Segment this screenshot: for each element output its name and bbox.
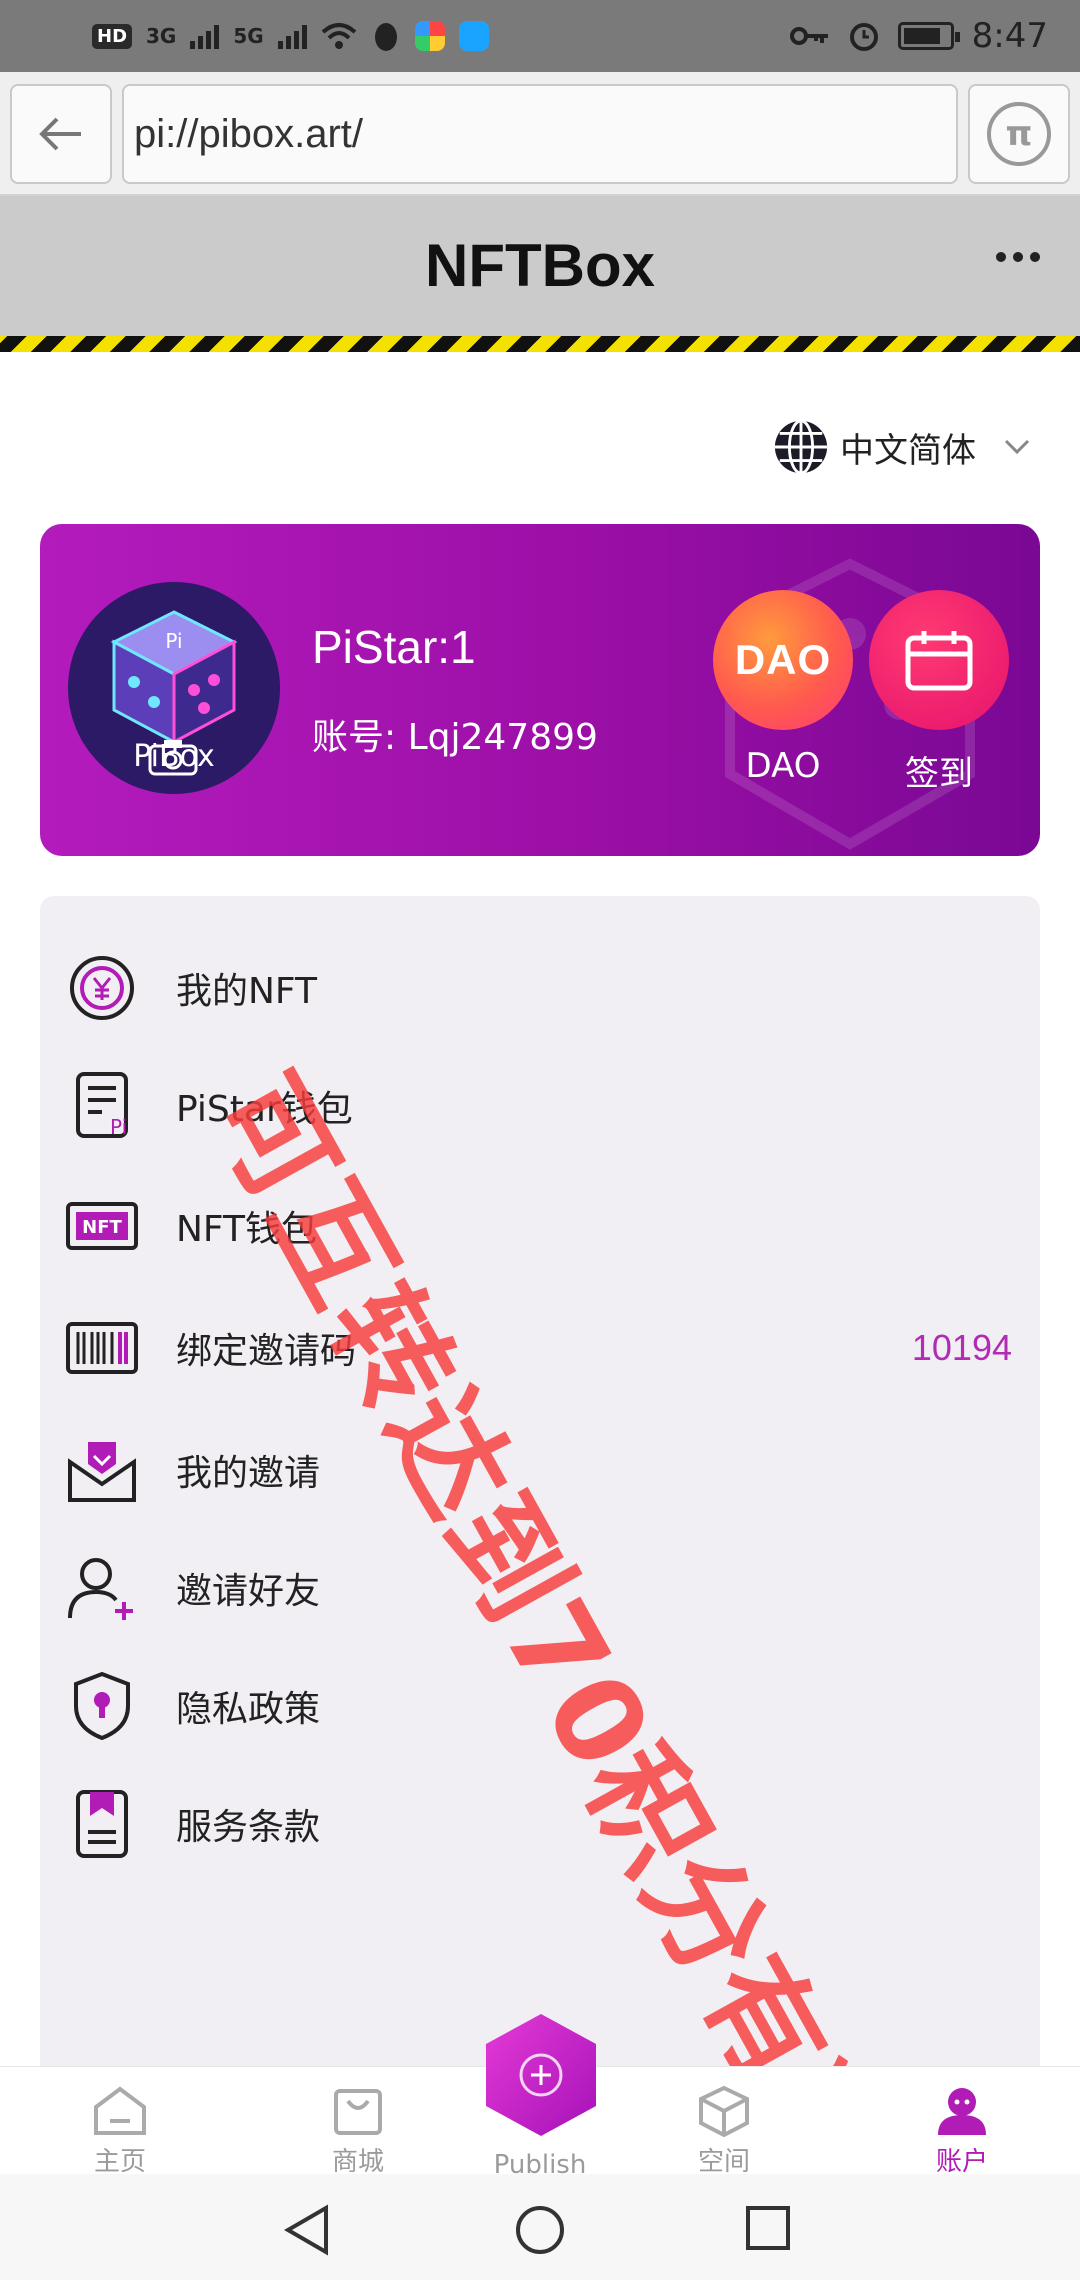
- svg-text:Pi: Pi: [165, 629, 182, 653]
- menu-label: 我的邀请: [176, 1453, 321, 1494]
- tab-account-label: 账户: [935, 2147, 988, 2174]
- arrow-left-icon: [39, 117, 81, 151]
- avatar[interactable]: Pi PiBox: [68, 582, 280, 794]
- tab-space[interactable]: 空间: [644, 2085, 804, 2174]
- system-nav-bar: [0, 2174, 1080, 2280]
- menu-item-my-nft[interactable]: 我的NFT: [40, 928, 1040, 1048]
- url-field[interactable]: pi://pibox.art/: [122, 84, 958, 184]
- status-bar: HD 3G 5G 8:47: [0, 0, 1080, 72]
- menu-item-pistar-wallet[interactable]: Pi PiStar钱包: [40, 1046, 1040, 1166]
- svg-text:NFT: NFT: [82, 1217, 122, 1238]
- menu-label: 绑定邀请码: [176, 1331, 357, 1372]
- menu-item-privacy-policy[interactable]: 隐私政策: [40, 1646, 1040, 1766]
- hd-chip: HD: [92, 23, 133, 49]
- language-selector[interactable]: 中文简体: [772, 418, 1030, 476]
- tab-home[interactable]: 主页: [40, 2085, 200, 2174]
- menu-label: PiStar钱包: [176, 1089, 353, 1130]
- profile-card: Pi PiBox PiStar:1 账号: Lqj247899 DAO DAO …: [40, 524, 1040, 856]
- back-button[interactable]: [10, 84, 112, 184]
- menu-item-bind-invite-code[interactable]: 绑定邀请码 10194: [40, 1288, 1040, 1408]
- hazard-divider: [0, 336, 1080, 352]
- key-icon: [789, 27, 828, 45]
- tab-account[interactable]: 账户: [882, 2085, 1042, 2174]
- home-icon: [94, 2086, 146, 2135]
- app-color-icon: [414, 21, 445, 51]
- wifi-icon: [321, 23, 357, 49]
- account-id: 账号: Lqj247899: [312, 717, 598, 758]
- language-label: 中文简体: [840, 430, 976, 471]
- system-home-icon[interactable]: [514, 2204, 566, 2256]
- menu-label: 服务条款: [176, 1807, 321, 1848]
- menu-item-terms-of-service[interactable]: 服务条款: [40, 1764, 1040, 1884]
- barcode-icon: [66, 1322, 138, 1374]
- tab-mall-label: 商城: [331, 2147, 384, 2174]
- signal-icon: [190, 23, 220, 49]
- more-menu-icon[interactable]: [996, 252, 1040, 262]
- dao-icon: DAO: [713, 590, 853, 730]
- tab-home-label: 主页: [93, 2147, 146, 2174]
- menu-item-invite-friends[interactable]: 邀请好友: [40, 1528, 1040, 1648]
- dao-button[interactable]: DAO DAO: [710, 590, 856, 786]
- system-back-icon[interactable]: [282, 2204, 332, 2256]
- invite-code-value: 10194: [911, 1327, 1012, 1368]
- dao-label: DAO: [745, 746, 821, 786]
- url-text: pi://pibox.art/: [134, 111, 364, 156]
- add-user-icon: [68, 1558, 133, 1620]
- status-right: 8:47: [789, 16, 1048, 56]
- tab-space-label: 空间: [697, 2147, 750, 2174]
- checkin-button[interactable]: 签到: [866, 590, 1012, 795]
- shield-lock-icon: [74, 1671, 130, 1741]
- pi-document-icon: Pi: [76, 1072, 128, 1139]
- globe-icon: [774, 419, 828, 475]
- checkin-label: 签到: [905, 754, 973, 794]
- menu-label: NFT钱包: [176, 1209, 317, 1250]
- app-header: NFTBox: [0, 196, 1080, 336]
- system-recents-icon[interactable]: [744, 2204, 792, 2252]
- alarm-icon: [849, 23, 878, 51]
- search-app-icon: [458, 21, 489, 51]
- cube-icon: [699, 2085, 749, 2137]
- menu-label: 邀请好友: [176, 1571, 321, 1612]
- menu-label: 我的NFT: [176, 971, 317, 1012]
- chevron-down-icon: [1004, 439, 1030, 455]
- account-icon: [938, 2088, 986, 2135]
- shopping-bag-icon: [334, 2089, 382, 2135]
- yen-coin-icon: [70, 956, 134, 1020]
- pi-browser-button[interactable]: π: [968, 84, 1070, 184]
- clock: 8:47: [971, 16, 1048, 56]
- tab-mall[interactable]: 商城: [278, 2085, 438, 2174]
- pistar-points: PiStar:1: [312, 621, 476, 673]
- net-label-3g: 3G: [146, 24, 177, 48]
- account-menu: 我的NFT Pi PiStar钱包 NFT NFT钱包 绑定邀请码 10194 …: [40, 896, 1040, 2066]
- calendar-icon: [869, 590, 1009, 730]
- nft-badge-icon: NFT: [66, 1202, 138, 1250]
- menu-item-nft-wallet[interactable]: NFT NFT钱包: [40, 1166, 1040, 1286]
- battery-icon: [897, 22, 960, 50]
- status-indicators: HD 3G 5G: [92, 20, 489, 52]
- menu-item-my-invites[interactable]: 我的邀请: [40, 1410, 1040, 1530]
- envelope-icon: [68, 1442, 136, 1502]
- pi-logo-icon: π: [987, 102, 1051, 166]
- camera-icon[interactable]: [148, 738, 198, 776]
- terms-book-icon: [76, 1790, 128, 1858]
- svg-text:Pi: Pi: [110, 1115, 127, 1139]
- page-title: NFTBox: [425, 232, 655, 299]
- net-label-5g: 5G: [233, 24, 264, 48]
- penguin-icon: [374, 23, 397, 51]
- browser-toolbar: pi://pibox.art/ π: [0, 72, 1080, 196]
- publish-button[interactable]: [480, 2010, 602, 2140]
- signal-icon: [277, 23, 307, 49]
- menu-label: 隐私政策: [176, 1689, 321, 1730]
